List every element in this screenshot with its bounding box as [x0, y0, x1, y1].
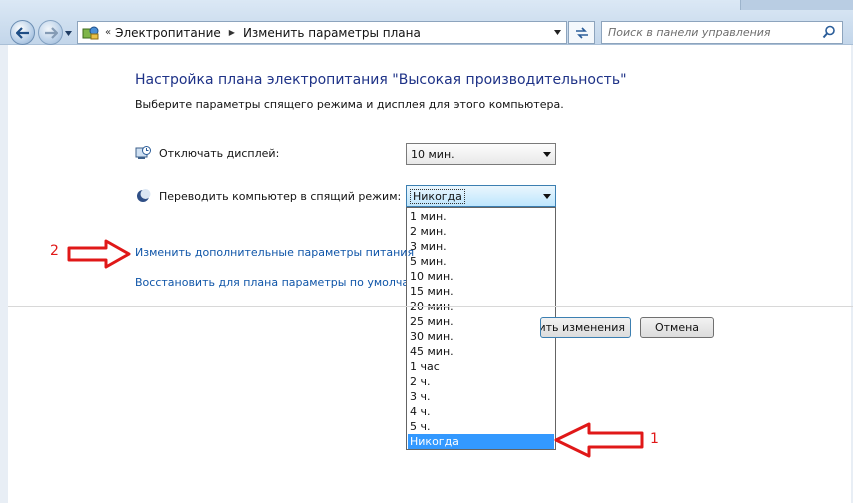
display-timer-icon [135, 146, 151, 159]
display-off-select[interactable]: 10 мин. [406, 143, 556, 165]
forward-button[interactable] [38, 20, 63, 45]
explorer-toolbar: « Электропитание ▶ Изменить параметры пл… [0, 0, 853, 45]
advanced-settings-link[interactable]: Изменить дополнительные параметры питани… [135, 246, 414, 259]
sleep-select[interactable]: Никогда [406, 185, 556, 207]
sleep-label: Переводить компьютер в спящий режим: [159, 190, 402, 203]
recent-pages-dropdown[interactable] [64, 29, 73, 37]
search-icon[interactable] [822, 25, 836, 39]
dropdown-option[interactable]: 45 мин. [408, 344, 554, 359]
search-input[interactable] [602, 22, 817, 43]
chevron-down-icon [543, 194, 551, 199]
breadcrumb-edit-plan[interactable]: Изменить параметры плана [243, 26, 421, 40]
breadcrumb-overflow[interactable]: « [105, 27, 111, 38]
refresh-button[interactable] [568, 21, 595, 44]
breadcrumb-separator-icon[interactable]: ▶ [229, 28, 235, 37]
dropdown-option[interactable]: 15 мин. [408, 284, 554, 299]
page-subtitle: Выберите параметры спящего режима и дисп… [135, 98, 564, 111]
dropdown-option[interactable]: 2 мин. [408, 224, 554, 239]
back-button[interactable] [10, 20, 35, 45]
dropdown-option-selected[interactable]: Никогда [408, 434, 554, 449]
chevron-down-icon [554, 30, 561, 35]
dropdown-option[interactable]: 5 мин. [408, 254, 554, 269]
window-caption-strip [740, 0, 853, 10]
dropdown-option[interactable]: 3 мин. [408, 239, 554, 254]
dropdown-option[interactable]: 1 мин. [408, 209, 554, 224]
sleep-dropdown-list[interactable]: 1 мин. 2 мин. 3 мин. 5 мин. 10 мин. 15 м… [406, 207, 556, 450]
search-box[interactable] [601, 21, 843, 44]
chevron-down-icon [65, 30, 72, 36]
breadcrumb-power-options[interactable]: Электропитание [115, 26, 221, 40]
save-button[interactable]: Сохранить изменения [540, 317, 631, 338]
dropdown-option[interactable]: 10 мин. [408, 269, 554, 284]
display-off-value: 10 мин. [411, 148, 455, 161]
address-dropdown-button[interactable] [549, 22, 566, 43]
dropdown-option[interactable]: 30 мин. [408, 329, 554, 344]
address-bar[interactable]: « Электропитание ▶ Изменить параметры пл… [77, 21, 567, 44]
dropdown-option[interactable]: 2 ч. [408, 374, 554, 389]
dropdown-option[interactable]: 5 ч. [408, 419, 554, 434]
back-arrow-icon [15, 26, 29, 39]
dropdown-option[interactable]: 4 ч. [408, 404, 554, 419]
dropdown-option[interactable]: 1 час [408, 359, 554, 374]
sleep-moon-icon [137, 189, 151, 202]
sleep-value: Никогда [410, 189, 465, 204]
cancel-button[interactable]: Отмена [640, 317, 714, 338]
window-left-border [0, 45, 8, 503]
restore-defaults-link[interactable]: Восстановить для плана параметры по умол… [135, 276, 406, 289]
annotation-arrow-left-icon [554, 422, 644, 458]
forward-arrow-icon [44, 26, 58, 39]
display-off-label: Отключать дисплей: [159, 147, 280, 160]
annotation-number-1: 1 [650, 431, 659, 447]
dropdown-option[interactable]: 25 мин. [408, 314, 554, 329]
footer-divider [8, 306, 853, 307]
save-button-label: Сохранить изменения [540, 321, 625, 334]
page-title: Настройка плана электропитания "Высокая … [135, 72, 627, 88]
annotation-arrow-right-icon [67, 239, 131, 269]
dropdown-option[interactable]: 3 ч. [408, 389, 554, 404]
annotation-number-2: 2 [50, 243, 59, 259]
control-panel-icon [82, 24, 100, 42]
refresh-icon [575, 26, 588, 39]
chevron-down-icon [543, 152, 551, 157]
cancel-button-label: Отмена [654, 321, 700, 334]
